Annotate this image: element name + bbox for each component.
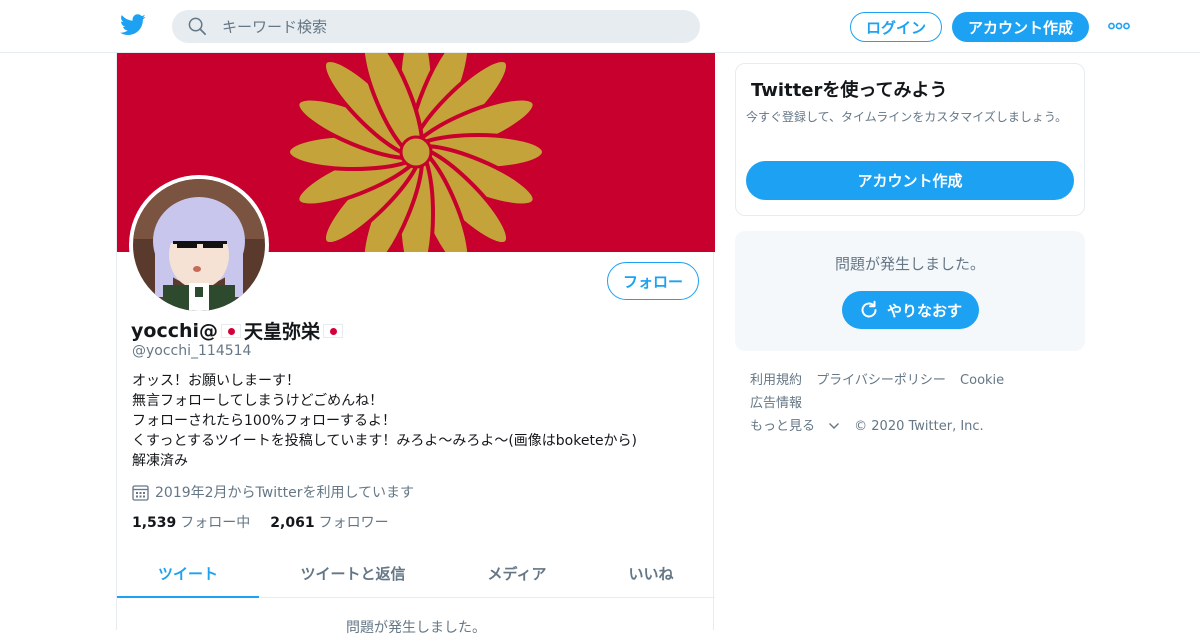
top-navigation-bar: ログイン アカウント作成 bbox=[0, 0, 1200, 53]
profile-handle: @yocchi_114514 bbox=[132, 343, 252, 359]
sidebar-footer: 利用規約 プライバシーポリシー Cookie 広告情報 もっと見る © 2020… bbox=[750, 369, 1080, 438]
japan-flag-icon bbox=[221, 323, 242, 338]
following-count: 1,539 bbox=[132, 515, 177, 531]
profile-tabs: ツイート ツイートと返信 メディア いいね bbox=[117, 550, 715, 598]
sidebar-error-message: 問題が発生しました。 bbox=[834, 255, 985, 273]
signup-card-button[interactable]: アカウント作成 bbox=[746, 161, 1074, 200]
bio-line: オッス！お願いしまーす！ bbox=[132, 373, 300, 389]
footer-link-cookie[interactable]: Cookie bbox=[960, 373, 1004, 388]
bio-line: フォローされたら100%フォローするよ！ bbox=[132, 413, 397, 429]
twitter-bird-icon[interactable] bbox=[120, 14, 146, 36]
tab-likes[interactable]: いいね bbox=[587, 550, 715, 597]
tab-media[interactable]: メディア bbox=[447, 550, 587, 597]
login-button[interactable]: ログイン bbox=[850, 12, 942, 42]
footer-link-more[interactable]: もっと見る bbox=[750, 419, 840, 434]
tab-tweets[interactable]: ツイート bbox=[117, 550, 259, 598]
followers-label: フォロワー bbox=[318, 515, 389, 531]
japan-flag-icon bbox=[323, 323, 344, 338]
refresh-icon bbox=[861, 300, 877, 318]
chevron-down-icon bbox=[829, 423, 840, 429]
profile-column: フォロー yocchi@ 天皇弥栄 @yocchi_114514 オッス！お願い… bbox=[116, 53, 715, 636]
signup-button[interactable]: アカウント作成 bbox=[952, 12, 1089, 42]
bio-line: 解凍済み bbox=[132, 453, 188, 469]
search-icon bbox=[188, 17, 206, 35]
retry-button[interactable]: やりなおす bbox=[842, 291, 979, 329]
bio-line: くすっとするツイートを投稿しています！みろよ～みろよ～(画像はboketeから) bbox=[132, 433, 638, 449]
search-box[interactable] bbox=[172, 10, 700, 43]
profile-name-main: 天皇弥栄 bbox=[244, 321, 321, 343]
join-date-text: 2019年2月からTwitterを利用しています bbox=[155, 485, 415, 501]
timeline-error-message: 問題が発生しました。 bbox=[346, 620, 486, 636]
follow-button[interactable]: フォロー bbox=[607, 262, 699, 300]
signup-card-description: 今すぐ登録して、タイムラインをカスタマイズしましょう。 bbox=[746, 110, 1068, 124]
followers-count: 2,061 bbox=[270, 515, 315, 531]
join-date: 2019年2月からTwitterを利用しています bbox=[132, 482, 414, 502]
following-label: フォロー中 bbox=[180, 515, 251, 531]
more-dots-icon[interactable] bbox=[1108, 20, 1130, 32]
bio-line: 無言フォローしてしまうけどごめんね！ bbox=[132, 393, 384, 409]
footer-link-ads[interactable]: 広告情報 bbox=[750, 396, 802, 411]
profile-avatar[interactable] bbox=[129, 175, 269, 315]
tab-tweets-and-replies[interactable]: ツイートと返信 bbox=[259, 550, 447, 597]
retry-label: やりなおす bbox=[886, 301, 962, 320]
search-input[interactable] bbox=[222, 10, 682, 43]
signup-card: Twitterを使ってみよう 今すぐ登録して、タイムラインをカスタマイズしましょ… bbox=[735, 63, 1085, 216]
following-stat[interactable]: 1,539 フォロー中 bbox=[132, 512, 250, 532]
profile-stats: 1,539 フォロー中 2,061 フォロワー bbox=[132, 512, 409, 532]
profile-bio: オッス！お願いしまーす！ 無言フォローしてしまうけどごめんね！ フォローされたら… bbox=[132, 371, 637, 471]
calendar-icon bbox=[132, 484, 149, 501]
signup-card-title: Twitterを使ってみよう bbox=[751, 80, 948, 101]
sidebar-error-card: 問題が発生しました。 やりなおす bbox=[735, 231, 1085, 351]
footer-more-label: もっと見る bbox=[750, 419, 816, 434]
followers-stat[interactable]: 2,061 フォロワー bbox=[270, 512, 388, 532]
profile-name-prefix: yocchi@ bbox=[131, 319, 219, 342]
footer-link-terms[interactable]: 利用規約 bbox=[750, 373, 802, 388]
profile-name: yocchi@ 天皇弥栄 bbox=[131, 317, 346, 344]
footer-link-privacy[interactable]: プライバシーポリシー bbox=[816, 373, 946, 388]
copyright: © 2020 Twitter, Inc. bbox=[854, 419, 984, 434]
